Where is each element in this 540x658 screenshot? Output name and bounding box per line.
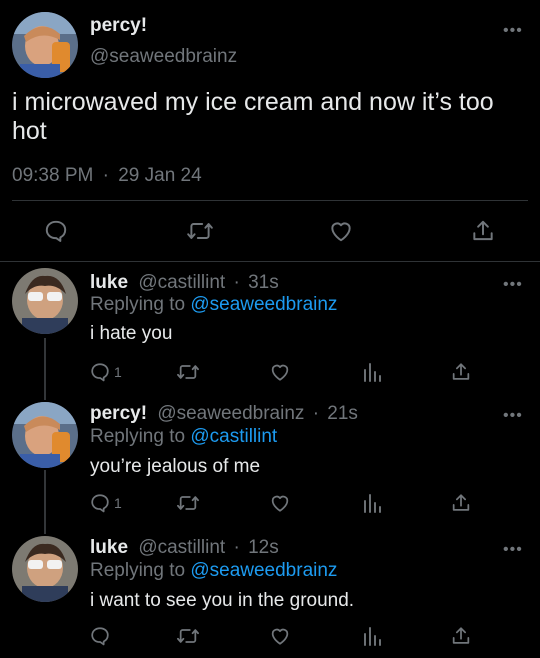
reply-3-share-button[interactable] [450, 625, 472, 647]
views-icon [364, 627, 381, 646]
retweet-icon [177, 496, 199, 510]
views-icon [364, 494, 381, 513]
share-icon [452, 363, 470, 380]
main-more-icon[interactable]: ••• [503, 23, 523, 39]
main-time: 09:38 PM [12, 165, 94, 186]
reply-2-retweet-button[interactable] [176, 492, 200, 514]
reply-3-text: i want to see you in the ground. [90, 590, 355, 611]
avatar-percy-reply[interactable] [12, 402, 78, 468]
share-icon [473, 220, 493, 241]
share-icon [452, 627, 470, 644]
reply-3-retweet-button[interactable] [176, 625, 200, 647]
main-divider-top [12, 200, 528, 201]
reply-2-age: 21s [327, 403, 358, 424]
avatar-percy[interactable] [12, 12, 78, 78]
reply-1-text: i hate you [90, 323, 173, 344]
heart-icon [331, 222, 351, 242]
main-date: 29 Jan 24 [118, 165, 202, 186]
reply-1-age: 31s [248, 272, 279, 293]
thread-line-2 [44, 470, 46, 534]
reply-1-views-button[interactable] [362, 361, 382, 383]
reply-icon [91, 494, 109, 513]
reply-3-header: luke @castillint · 12s [90, 537, 279, 559]
heart-icon [271, 364, 289, 381]
reply-2-display-name[interactable]: percy! [90, 403, 147, 424]
reply-1-reply-button[interactable]: 1 [89, 361, 122, 383]
reply-2-views-button[interactable] [362, 492, 382, 514]
main-display-name[interactable]: percy! [90, 15, 147, 37]
reply-3-more-icon[interactable]: ••• [503, 542, 523, 558]
reply-1-header: luke @castillint · 31s [90, 272, 279, 294]
retweet-icon [187, 223, 213, 239]
reply-2-reply-button[interactable]: 1 [89, 492, 122, 514]
main-tweet-text: i microwaved my ice cream and now it’s t… [12, 88, 494, 146]
reply-3-separator: · [233, 537, 240, 558]
avatar-luke-image [12, 268, 78, 334]
heart-icon [271, 628, 289, 645]
views-icon [364, 363, 381, 382]
main-handle[interactable]: @seaweedbrainz [90, 46, 237, 68]
reply-1-handle[interactable]: @castillint [138, 272, 225, 293]
reply-2-header: percy! @seaweedbrainz · 21s [90, 403, 358, 425]
reply-1-replying-handle[interactable]: @seaweedbrainz [190, 294, 337, 315]
reply-2-more-icon[interactable]: ••• [503, 408, 523, 424]
retweet-icon [177, 629, 199, 643]
main-reply-button[interactable] [43, 218, 69, 244]
reply-2-replying-prefix: Replying to [90, 426, 186, 447]
avatar-luke-reply-image [12, 536, 78, 602]
avatar-luke[interactable] [12, 268, 78, 334]
reply-3-replying-to: Replying to @seaweedbrainz [90, 560, 337, 582]
reply-3-age: 12s [248, 537, 279, 558]
reply-icon [91, 363, 109, 382]
main-tweet-text-line-2: hot [12, 117, 47, 145]
main-tweet-text-line-1: i microwaved my ice cream and now it’s t… [12, 88, 494, 116]
reply-2-like-button[interactable] [269, 492, 291, 514]
reply-icon [91, 627, 109, 646]
reply-1-retweet-button[interactable] [176, 361, 200, 383]
reply-2-replying-to: Replying to @castillint [90, 426, 277, 448]
reply-1-separator: · [233, 272, 240, 293]
reply-2-replying-handle[interactable]: @castillint [190, 426, 277, 447]
reply-3-handle[interactable]: @castillint [138, 537, 225, 558]
main-share-button[interactable] [470, 218, 496, 244]
thread-line-1 [44, 338, 46, 400]
main-timestamp-separator: · [102, 165, 109, 186]
reply-3-reply-button[interactable] [89, 625, 114, 647]
reply-1-replying-to: Replying to @seaweedbrainz [90, 294, 337, 316]
reply-1-display-name[interactable]: luke [90, 272, 128, 293]
reply-3-like-button[interactable] [269, 625, 291, 647]
reply-1-share-button[interactable] [450, 361, 472, 383]
reply-2-text: you’re jealous of me [90, 456, 261, 477]
reply-3-replying-prefix: Replying to [90, 560, 186, 581]
reply-2-separator: · [312, 403, 320, 424]
avatar-percy-image [12, 12, 78, 78]
main-like-button[interactable] [328, 218, 354, 244]
reply-3-display-name[interactable]: luke [90, 537, 128, 558]
share-icon [452, 494, 470, 511]
retweet-icon [177, 365, 199, 379]
reply-2-share-button[interactable] [450, 492, 472, 514]
reply-1-reply-count: 1 [114, 364, 122, 380]
reply-1-like-button[interactable] [269, 361, 291, 383]
main-divider-bottom [0, 261, 540, 262]
heart-icon [271, 495, 289, 512]
reply-2-reply-count: 1 [114, 495, 122, 511]
reply-icon [45, 220, 67, 242]
reply-1-replying-prefix: Replying to [90, 294, 186, 315]
avatar-percy-reply-image [12, 402, 78, 468]
reply-1-more-icon[interactable]: ••• [503, 277, 523, 293]
reply-2-handle[interactable]: @seaweedbrainz [157, 403, 304, 424]
avatar-luke-reply[interactable] [12, 536, 78, 602]
reply-3-views-button[interactable] [362, 625, 382, 647]
reply-3-replying-handle[interactable]: @seaweedbrainz [190, 560, 337, 581]
main-timestamp[interactable]: 09:38 PM · 29 Jan 24 [12, 165, 202, 187]
main-retweet-button[interactable] [186, 218, 214, 244]
